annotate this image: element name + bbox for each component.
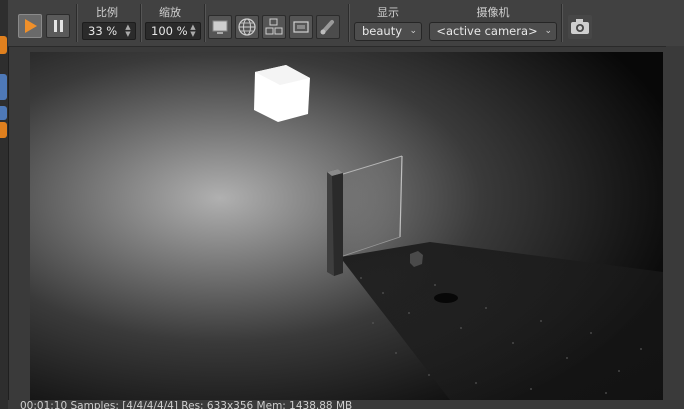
pause-button[interactable] <box>46 14 70 38</box>
display-value: beauty <box>361 24 403 38</box>
frame-icon <box>293 21 309 33</box>
separator <box>204 4 206 42</box>
camera-label: 摄像机 <box>476 6 510 19</box>
rendered-image <box>30 52 663 400</box>
render-viewport[interactable] <box>30 52 663 400</box>
separator <box>76 4 78 42</box>
render-toolbar: 比例 33 % ▲ ▼ 缩放 100 % ▲ ▼ 显示 beauty ⌄ 摄像机… <box>8 0 684 47</box>
side-tab-orange-2[interactable] <box>0 122 7 138</box>
separator <box>140 4 142 42</box>
status-bar: 00:01:10 Samples: [4/4/4/4/4] Res: 633x3… <box>8 400 684 409</box>
brush-button[interactable] <box>316 15 340 39</box>
scale-value: 33 % <box>88 24 118 38</box>
play-icon <box>25 19 37 33</box>
monitor-icon <box>212 20 228 34</box>
layout-button[interactable] <box>262 15 286 39</box>
separator <box>348 4 350 42</box>
display-label: 显示 <box>377 6 399 19</box>
play-button[interactable] <box>18 14 42 38</box>
zoom-label: 缩放 <box>159 6 181 19</box>
side-tab-orange[interactable] <box>0 36 7 54</box>
spinner-arrows-icon[interactable]: ▲ ▼ <box>189 24 197 38</box>
side-panel-edge <box>0 0 9 409</box>
scale-label: 比例 <box>96 6 118 19</box>
chevron-down-icon: ⌄ <box>544 26 552 36</box>
brush-icon <box>320 20 334 35</box>
snapshot-button[interactable] <box>568 15 592 39</box>
zoom-spinner[interactable]: 100 % ▲ ▼ <box>145 22 201 40</box>
scale-spinner[interactable]: 33 % ▲ ▼ <box>82 22 136 40</box>
chevron-down-icon: ⌄ <box>409 26 417 36</box>
camera-dropdown[interactable]: <active camera> ⌄ <box>429 22 557 41</box>
separator <box>561 4 563 42</box>
frame-button[interactable] <box>289 15 313 39</box>
globe-button[interactable] <box>235 15 259 39</box>
camera-value: <active camera> <box>436 24 538 38</box>
side-tab-blue-2[interactable] <box>0 106 7 120</box>
display-dropdown[interactable]: beauty ⌄ <box>354 22 422 41</box>
render-status-text: 00:01:10 Samples: [4/4/4/4/4] Res: 633x3… <box>20 400 353 409</box>
camera-icon <box>571 19 589 34</box>
layout-icon <box>265 18 283 35</box>
spinner-arrows-icon[interactable]: ▲ ▼ <box>124 24 132 38</box>
panel-edge-right <box>666 46 684 400</box>
monitor-button[interactable] <box>208 15 232 39</box>
globe-icon <box>238 18 256 36</box>
side-tab-blue[interactable] <box>0 74 7 100</box>
zoom-value: 100 % <box>151 24 188 38</box>
